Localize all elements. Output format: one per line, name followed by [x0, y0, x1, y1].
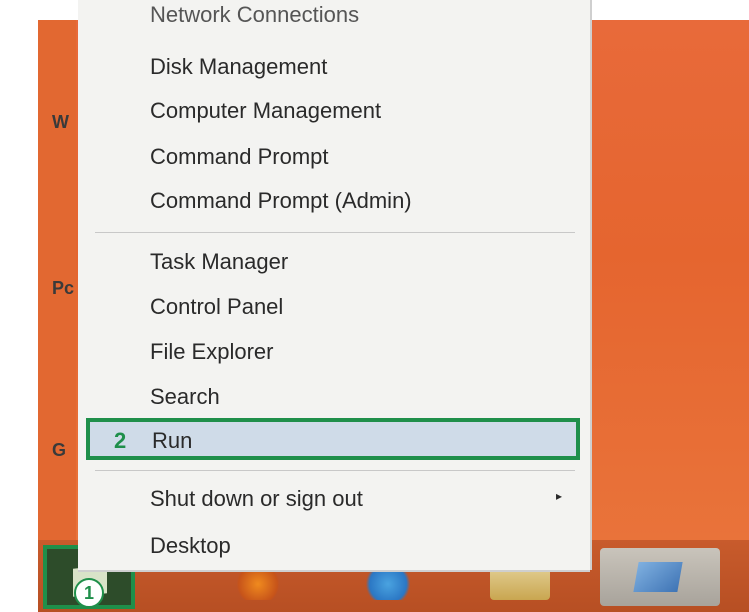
desktop-icon-label-partial: W	[52, 112, 69, 132]
step-2-label: 2	[114, 428, 127, 453]
menu-separator	[95, 232, 575, 233]
menu-item-run[interactable]: Run	[152, 428, 192, 454]
menu-item-command-prompt[interactable]: Command Prompt	[150, 144, 329, 170]
menu-item-network-connections[interactable]: Network Connections	[150, 2, 359, 28]
menu-item-search[interactable]: Search	[150, 384, 220, 410]
desktop-icon-label-partial: Pc	[52, 278, 75, 298]
menu-item-computer-management[interactable]: Computer Management	[150, 98, 381, 124]
menu-item-shut-down-or-sign-out[interactable]: Shut down or sign out	[150, 486, 363, 512]
submenu-arrow-icon: ▸	[556, 489, 563, 503]
menu-separator	[95, 470, 575, 471]
window-glyph-icon	[633, 562, 683, 592]
step-1-badge: 1	[74, 578, 104, 608]
desktop-icon-label-partial: G	[52, 440, 67, 460]
menu-item-task-manager[interactable]: Task Manager	[150, 249, 288, 275]
menu-item-command-prompt-admin[interactable]: Command Prompt (Admin)	[150, 188, 412, 214]
menu-item-disk-management[interactable]: Disk Management	[150, 54, 327, 80]
menu-item-file-explorer[interactable]: File Explorer	[150, 339, 273, 365]
menu-item-desktop[interactable]: Desktop	[150, 533, 231, 559]
power-user-menu	[78, 0, 590, 570]
app-window-taskbar-icon[interactable]	[600, 548, 720, 606]
menu-item-control-panel[interactable]: Control Panel	[150, 294, 283, 320]
